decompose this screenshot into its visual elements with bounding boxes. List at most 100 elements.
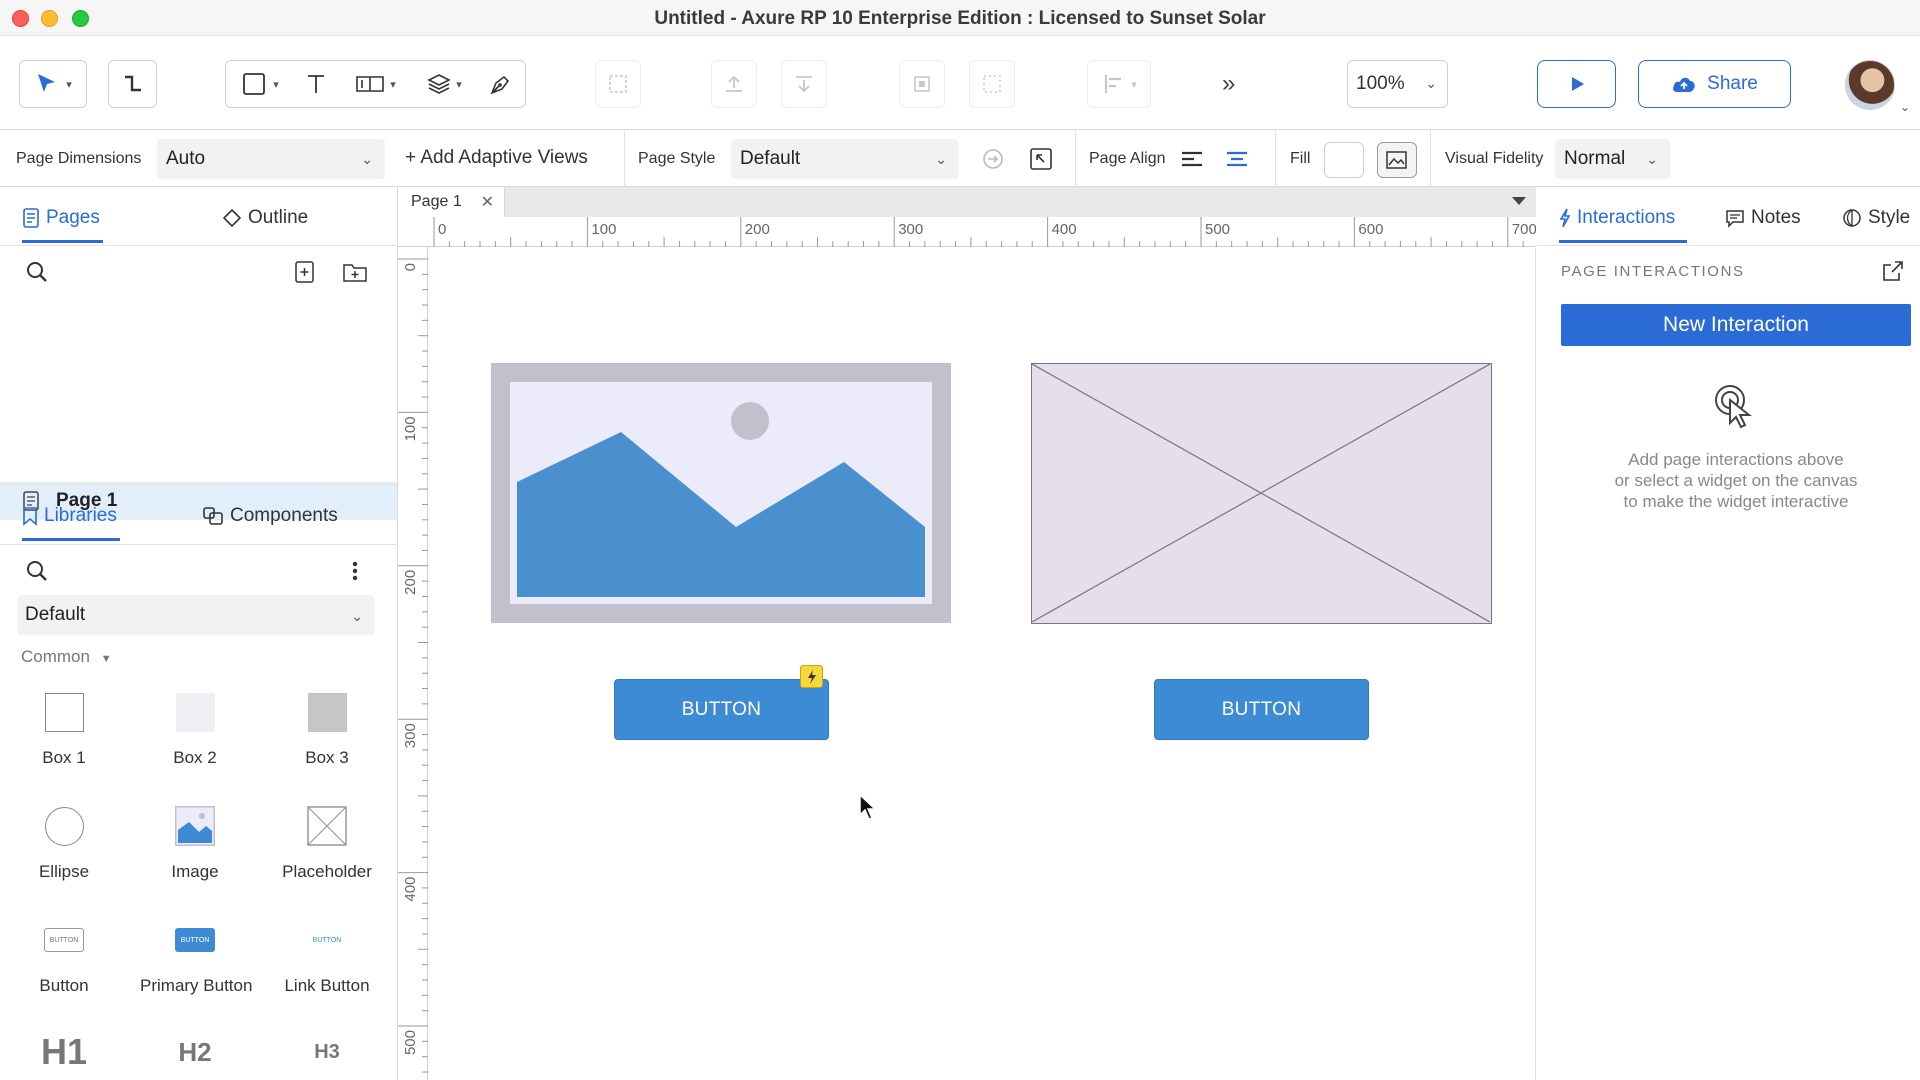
doc-tab-label: Page 1: [411, 193, 462, 210]
widget-h2[interactable]: H2: [140, 1030, 250, 1074]
category-common[interactable]: Common ▼: [21, 647, 112, 667]
more-vertical-icon[interactable]: [351, 559, 359, 583]
close-icon[interactable]: ✕: [481, 192, 494, 212]
pop-out-icon[interactable]: [1881, 259, 1905, 283]
page-style-select[interactable]: Default ⌄: [731, 139, 959, 179]
chevron-down-icon: ▾: [66, 78, 72, 91]
preview-button[interactable]: [1537, 60, 1616, 108]
page-icon: [23, 208, 39, 228]
notes-icon: [1726, 210, 1744, 228]
apply-style-button[interactable]: [978, 144, 1008, 174]
alignment-dropdown[interactable]: ▾: [1087, 60, 1151, 108]
tab-components[interactable]: Components: [202, 505, 338, 527]
widget-ellipse[interactable]: Ellipse: [9, 804, 119, 882]
search-icon[interactable]: [25, 559, 49, 583]
ruler-label: 300: [898, 221, 923, 238]
tab-pages[interactable]: Pages: [22, 207, 100, 229]
interaction-lightning-icon[interactable]: [800, 665, 823, 688]
widget-box-2[interactable]: Box 2: [140, 690, 250, 768]
fill-color-swatch[interactable]: [1324, 142, 1364, 178]
search-icon[interactable]: [25, 260, 49, 284]
new-interaction-button[interactable]: New Interaction: [1561, 304, 1911, 346]
avatar[interactable]: [1845, 60, 1895, 110]
input-tool-button[interactable]: ▾: [341, 64, 409, 104]
align-center-button[interactable]: [1222, 144, 1252, 174]
tab-libraries[interactable]: Libraries: [22, 505, 117, 527]
widget-label: Box 3: [305, 748, 349, 767]
pen-tool-button[interactable]: [480, 64, 522, 104]
connector-tool-button[interactable]: [108, 60, 157, 108]
arrow-into-icon: [983, 149, 1003, 169]
add-folder-icon[interactable]: [342, 260, 368, 284]
canvas-button-1[interactable]: BUTTON: [614, 679, 829, 740]
send-backward-button[interactable]: [781, 60, 827, 108]
lightning-icon: [807, 669, 816, 684]
add-page-icon[interactable]: [294, 260, 316, 284]
align-button[interactable]: [899, 60, 945, 108]
widget-image[interactable]: Image: [140, 804, 250, 882]
tab-list-dropdown-icon[interactable]: [1512, 197, 1526, 205]
text-tool-button[interactable]: [295, 64, 337, 104]
ruler-label: 400: [1052, 221, 1077, 238]
widget-label: Box 1: [42, 748, 86, 767]
pen-icon: [490, 75, 510, 95]
add-adaptive-views-button[interactable]: + Add Adaptive Views: [405, 147, 588, 169]
group-button[interactable]: [595, 60, 641, 108]
divider: [1430, 130, 1431, 187]
window-title: Untitled - Axure RP 10 Enterprise Editio…: [654, 8, 1266, 29]
tab-interactions-label: Interactions: [1577, 207, 1676, 228]
chevron-down-icon[interactable]: ⌄: [1900, 100, 1910, 114]
select-tool-button[interactable]: ▾: [19, 60, 87, 108]
tab-style-label: Style: [1868, 207, 1911, 228]
ruler-label: 0: [402, 263, 419, 271]
play-icon: [1571, 77, 1584, 91]
layers-tool-button[interactable]: ▾: [413, 64, 475, 104]
button-icon: BUTTON: [44, 928, 84, 952]
widget-box-1[interactable]: Box 1: [9, 690, 119, 768]
tab-page-1[interactable]: Page 1 ✕: [398, 187, 505, 217]
placeholder-widget[interactable]: [1031, 363, 1492, 624]
widget-h1[interactable]: H1: [9, 1030, 119, 1074]
active-tab-indicator: [1559, 240, 1687, 243]
widget-primary-button[interactable]: BUTTON Primary Button: [140, 918, 252, 996]
widget-placeholder[interactable]: Placeholder: [272, 804, 382, 882]
chevron-down-icon: ▾: [456, 78, 462, 91]
tab-style[interactable]: Style: [1842, 207, 1910, 229]
share-button[interactable]: Share: [1638, 60, 1791, 108]
rectangle-tool-button[interactable]: ▾: [229, 64, 291, 104]
tab-outline[interactable]: Outline: [222, 207, 308, 229]
image-widget[interactable]: [491, 363, 951, 623]
ruler-label: 200: [402, 570, 419, 595]
tab-interactions[interactable]: Interactions: [1559, 207, 1675, 229]
align-left-button[interactable]: [1177, 144, 1207, 174]
tab-notes-label: Notes: [1751, 207, 1801, 228]
tab-components-label: Components: [230, 505, 338, 526]
bring-forward-button[interactable]: [711, 60, 757, 108]
distribute-button[interactable]: [969, 60, 1015, 108]
widget-box-3[interactable]: Box 3: [272, 690, 382, 768]
hint-line-1: Add page interactions above: [1628, 450, 1844, 469]
input-icon: [356, 76, 385, 92]
visual-fidelity-select[interactable]: Normal ⌄: [1555, 139, 1670, 179]
library-select[interactable]: Default ⌄: [17, 595, 375, 635]
tab-notes[interactable]: Notes: [1725, 207, 1801, 229]
touch-cursor-icon: [1715, 385, 1752, 429]
canvas-button-2[interactable]: BUTTON: [1154, 679, 1369, 740]
cloud-upload-icon: [1673, 77, 1695, 92]
align-left-icon: [1182, 151, 1202, 167]
page-dimensions-select[interactable]: Auto ⌄: [157, 139, 385, 179]
widget-label: Box 2: [173, 748, 217, 767]
bookmark-icon: [23, 507, 37, 526]
widget-link-button[interactable]: BUTTON Link Button: [272, 918, 382, 996]
widget-h3[interactable]: H3: [272, 1030, 382, 1074]
zoom-dropdown[interactable]: 100% ⌄: [1347, 60, 1448, 108]
page-style-bar: Page Dimensions Auto ⌄ + Add Adaptive Vi…: [0, 130, 1920, 187]
ruler-label: 100: [591, 221, 616, 238]
style-manager-button[interactable]: [1026, 144, 1056, 174]
tab-pages-label: Pages: [46, 207, 100, 228]
chevron-down-icon: ▾: [1131, 78, 1137, 91]
widget-button[interactable]: BUTTON Button: [9, 918, 119, 996]
document-tab-bar: Page 1 ✕: [398, 187, 1536, 217]
more-icon[interactable]: »: [1222, 70, 1235, 98]
fill-image-button[interactable]: [1377, 142, 1417, 178]
